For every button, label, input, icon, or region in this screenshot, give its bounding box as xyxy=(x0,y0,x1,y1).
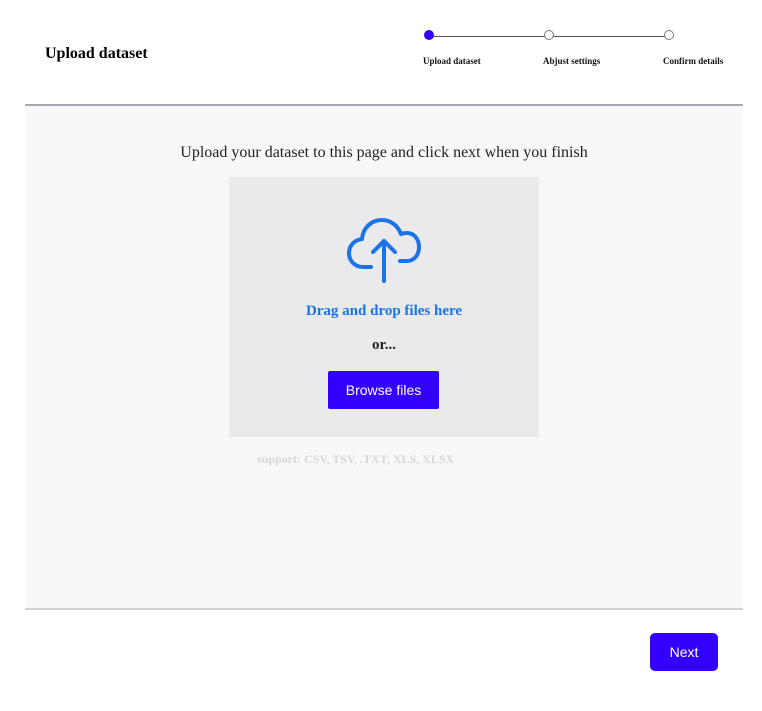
drop-files-text: Drag and drop files here xyxy=(305,303,463,319)
step-1-indicator[interactable] xyxy=(424,30,434,40)
step-2-indicator[interactable] xyxy=(544,30,554,40)
step-2-label: Abjust settings xyxy=(543,56,601,66)
step-1-label: Upload dataset xyxy=(423,56,481,66)
upload-panel: Upload your dataset to this page and cli… xyxy=(25,104,743,610)
supported-formats-text: support: CSV, TSV, .TXT, XLS, XLSX xyxy=(257,452,455,466)
progress-stepper: Upload dataset Abjust settings Confirm d… xyxy=(0,0,762,80)
stepper-connector-2 xyxy=(549,36,669,37)
browse-files-button[interactable]: Browse files xyxy=(328,371,439,409)
file-dropzone[interactable]: Drag and drop files here or... Browse fi… xyxy=(229,177,539,437)
stepper-connector-1 xyxy=(429,36,549,37)
next-button[interactable]: Next xyxy=(650,633,718,671)
or-separator-text: or... xyxy=(371,337,397,353)
step-3-indicator[interactable] xyxy=(664,30,674,40)
upload-instruction: Upload your dataset to this page and cli… xyxy=(180,144,588,161)
step-3-label: Confirm details xyxy=(663,56,724,66)
cloud-upload-icon xyxy=(347,218,421,283)
